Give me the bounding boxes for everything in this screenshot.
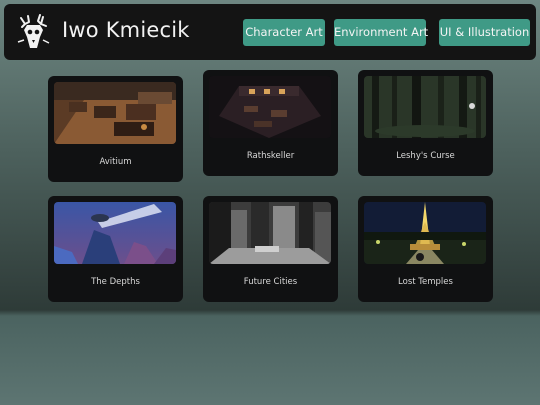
future-cities-thumbnail [209, 202, 331, 264]
site-header: Iwo Kmiecik Character Art Environment Ar… [4, 4, 536, 60]
lost-temples-thumbnail [364, 202, 486, 264]
deer-skull-logo-icon[interactable] [13, 12, 53, 52]
gallery-card-future-cities[interactable]: Future Cities [203, 196, 338, 302]
gallery-card-avitium[interactable]: Avitium [48, 76, 183, 182]
leshys-curse-thumbnail [364, 76, 486, 138]
card-title: Leshy's Curse [396, 151, 455, 161]
gallery-card-rathskeller[interactable]: Rathskeller [203, 70, 338, 176]
card-title: Future Cities [243, 277, 298, 287]
gallery-card-leshys-curse[interactable]: Leshy's Curse [358, 70, 493, 176]
card-title: Avitium [99, 157, 132, 167]
avitium-thumbnail [54, 82, 176, 144]
gallery-card-the-depths[interactable]: The Depths [48, 196, 183, 302]
nav-character-art-button[interactable]: Character Art [243, 19, 325, 46]
card-title: Lost Temples [398, 277, 453, 287]
card-title: The Depths [91, 277, 140, 287]
gallery-card-lost-temples[interactable]: Lost Temples [358, 196, 493, 302]
card-title: Rathskeller [246, 151, 295, 161]
site-title: Iwo Kmiecik [62, 18, 190, 42]
the-depths-thumbnail [54, 202, 176, 264]
rathskeller-thumbnail [209, 76, 331, 138]
nav-environment-art-button[interactable]: Environment Art [334, 19, 428, 46]
nav-ui-illustration-button[interactable]: UI & Illustration [439, 19, 530, 46]
